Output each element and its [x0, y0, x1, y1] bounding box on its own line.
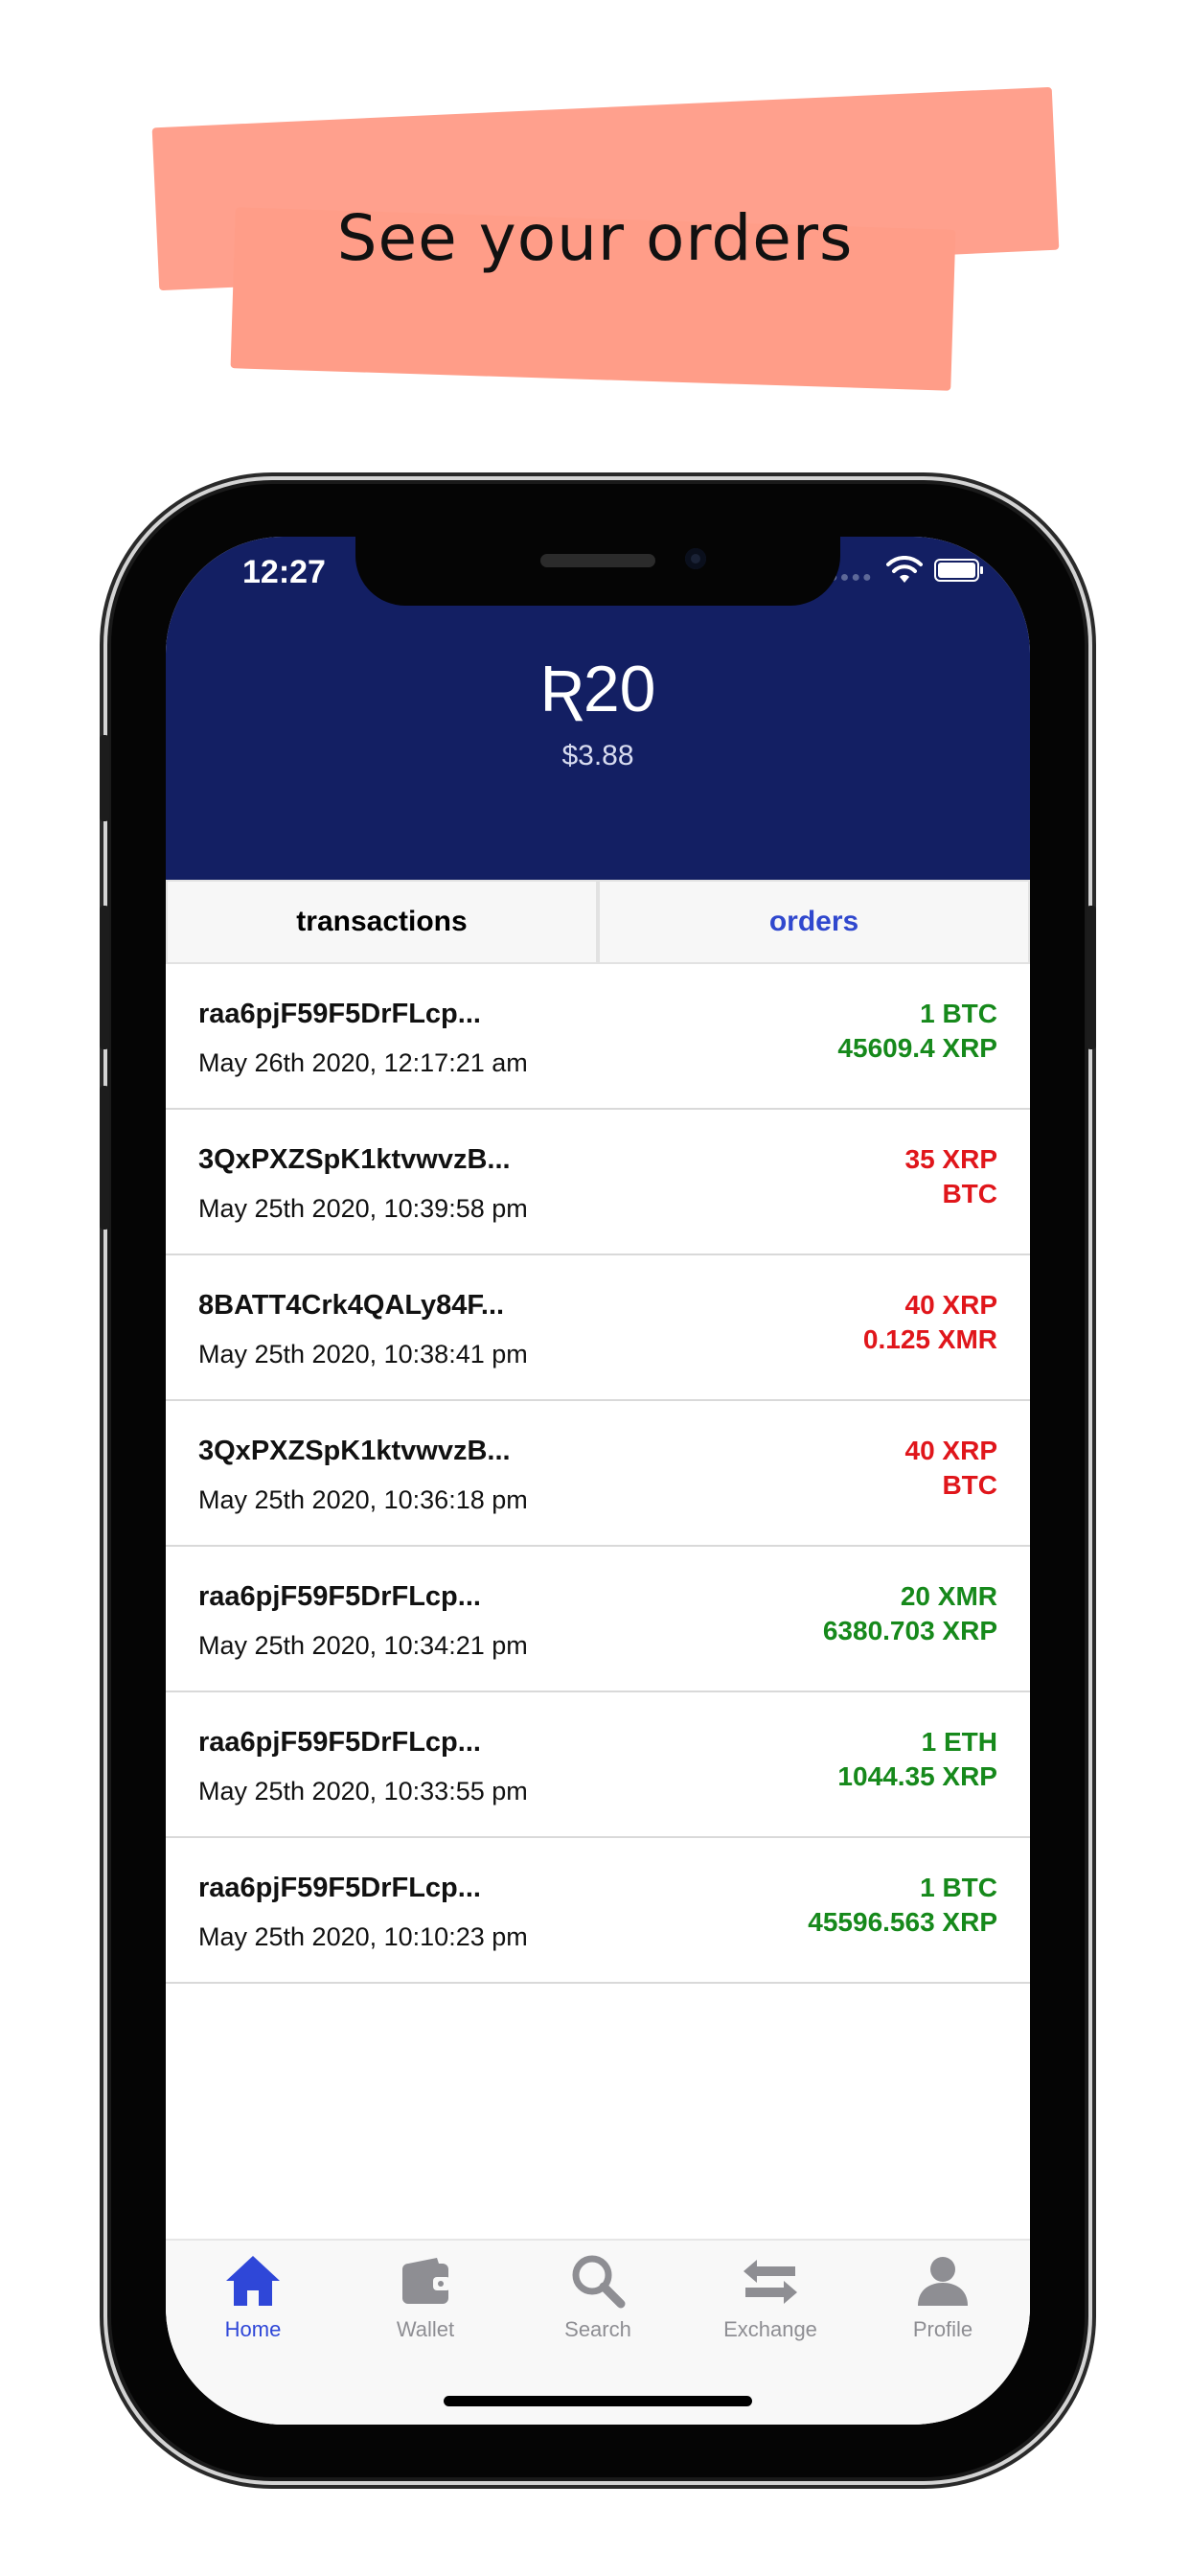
order-date: May 25th 2020, 10:36:18 pm	[198, 1485, 528, 1514]
order-amount-primary: 40 XRP	[904, 1290, 998, 1320]
order-amount-secondary: 45609.4 XRP	[837, 1033, 997, 1063]
front-camera	[685, 548, 706, 569]
order-amounts: 35 XRP BTC	[905, 1142, 998, 1211]
wifi-icon	[886, 556, 923, 583]
order-date: May 25th 2020, 10:34:21 pm	[198, 1631, 528, 1660]
home-icon	[226, 2256, 280, 2306]
phone-speaker	[540, 554, 655, 567]
status-time: 12:27	[242, 554, 326, 590]
tab-wallet-label: Wallet	[396, 2317, 455, 2341]
order-amount-primary: 1 BTC	[920, 999, 997, 1028]
order-amounts: 1 ETH 1044.35 XRP	[837, 1725, 997, 1794]
home-indicator	[444, 2396, 752, 2406]
order-address: 3QxPXZSpK1ktvwvzB...	[198, 1436, 511, 1466]
order-row[interactable]: 3QxPXZSpK1ktvwvzB... May 25th 2020, 10:3…	[166, 1110, 1030, 1255]
order-amount-primary: 20 XMR	[900, 1581, 997, 1611]
phone-volume-down	[100, 1086, 109, 1230]
banner-title: See your orders	[336, 201, 854, 275]
order-date: May 25th 2020, 10:33:55 pm	[198, 1777, 528, 1806]
phone-frame: 12:27 ●●●● Ʀ20 $3.88 transactions orders…	[100, 484, 1096, 2477]
order-amount-secondary: BTC	[942, 1470, 997, 1500]
order-date: May 25th 2020, 10:38:41 pm	[198, 1340, 528, 1368]
wallet-icon	[402, 2258, 450, 2304]
order-date: May 26th 2020, 12:17:21 am	[198, 1048, 528, 1077]
order-amount-secondary: 1044.35 XRP	[837, 1761, 997, 1791]
order-row[interactable]: raa6pjF59F5DrFLcp... May 25th 2020, 10:3…	[166, 1547, 1030, 1692]
tab-search-label: Search	[564, 2317, 631, 2341]
segment-tabs: transactions orders	[166, 880, 1030, 966]
order-row[interactable]: 3QxPXZSpK1ktvwvzB... May 25th 2020, 10:3…	[166, 1401, 1030, 1547]
order-address: raa6pjF59F5DrFLcp...	[198, 999, 481, 1029]
status-icons: ●●●●	[829, 556, 992, 588]
phone-silent-switch	[100, 735, 109, 821]
battery-icon	[934, 559, 983, 582]
order-amounts: 1 BTC 45609.4 XRP	[837, 997, 997, 1066]
tab-home[interactable]: Home	[186, 2250, 320, 2342]
order-row[interactable]: 8BATT4Crk4QALy84F... May 25th 2020, 10:3…	[166, 1255, 1030, 1401]
phone-volume-up	[100, 906, 109, 1049]
search-icon	[572, 2255, 626, 2309]
order-amount-primary: 35 XRP	[904, 1144, 998, 1174]
order-amount-primary: 40 XRP	[904, 1436, 998, 1465]
order-date: May 25th 2020, 10:10:23 pm	[198, 1922, 528, 1951]
order-address: 8BATT4Crk4QALy84F...	[198, 1290, 505, 1321]
tab-home-label: Home	[224, 2317, 282, 2341]
balance-usd: $3.88	[561, 740, 634, 771]
tab-exchange[interactable]: Exchange	[703, 2250, 837, 2342]
order-address: raa6pjF59F5DrFLcp...	[198, 1581, 481, 1612]
phone-power-button	[1087, 906, 1096, 1049]
phone-notch	[355, 537, 840, 606]
order-row[interactable]: raa6pjF59F5DrFLcp... May 25th 2020, 10:3…	[166, 1692, 1030, 1838]
order-address: raa6pjF59F5DrFLcp...	[198, 1873, 481, 1903]
order-address: 3QxPXZSpK1ktvwvzB...	[198, 1144, 511, 1175]
tab-search[interactable]: Search	[531, 2250, 665, 2342]
order-amounts: 40 XRP 0.125 XMR	[863, 1288, 997, 1357]
order-amounts: 40 XRP BTC	[905, 1434, 998, 1503]
app-screen: 12:27 ●●●● Ʀ20 $3.88 transactions orders…	[166, 537, 1030, 2425]
order-amount-secondary: 45596.563 XRP	[808, 1907, 997, 1937]
order-amount-primary: 1 BTC	[920, 1873, 997, 1902]
balance-amount: Ʀ20	[539, 653, 656, 725]
tab-profile[interactable]: Profile	[876, 2250, 1010, 2342]
order-amounts: 1 BTC 45596.563 XRP	[808, 1871, 997, 1940]
orders-list: raa6pjF59F5DrFLcp... May 26th 2020, 12:1…	[166, 964, 1030, 1984]
profile-icon	[918, 2257, 968, 2306]
tab-exchange-label: Exchange	[723, 2317, 817, 2341]
marketing-banner: See your orders	[0, 0, 1190, 441]
tab-orders[interactable]: orders	[598, 880, 1030, 964]
order-amount-secondary: 0.125 XMR	[862, 1324, 997, 1354]
order-amount-primary: 1 ETH	[921, 1727, 997, 1757]
tab-wallet[interactable]: Wallet	[358, 2250, 492, 2342]
tab-profile-label: Profile	[912, 2317, 973, 2341]
order-amount-secondary: 6380.703 XRP	[822, 1616, 997, 1645]
order-amount-secondary: BTC	[942, 1179, 997, 1208]
exchange-icon	[744, 2260, 797, 2304]
order-date: May 25th 2020, 10:39:58 pm	[198, 1194, 528, 1223]
order-address: raa6pjF59F5DrFLcp...	[198, 1727, 481, 1758]
tab-transactions[interactable]: transactions	[166, 880, 598, 964]
order-row[interactable]: raa6pjF59F5DrFLcp... May 26th 2020, 12:1…	[166, 964, 1030, 1110]
order-amounts: 20 XMR 6380.703 XRP	[823, 1579, 997, 1648]
order-row[interactable]: raa6pjF59F5DrFLcp... May 25th 2020, 10:1…	[166, 1838, 1030, 1984]
